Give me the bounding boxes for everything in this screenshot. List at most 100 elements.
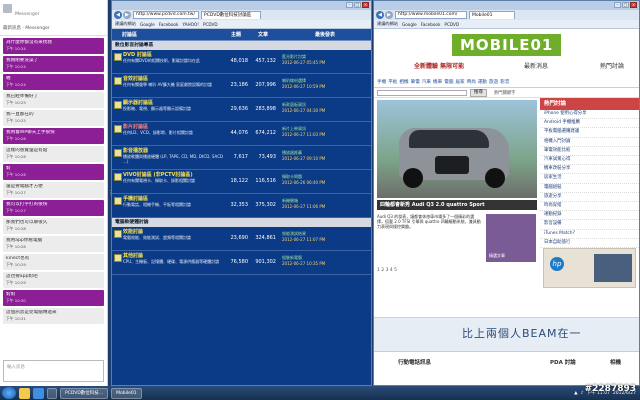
right-column-link[interactable]: iPhone 使用心得分享	[540, 110, 639, 120]
message-input[interactable]: 輸入訊息	[3, 360, 104, 382]
forum-row[interactable]: VIVO討論區 (非PCTV討論區) 任何有關電視卡、擷取卡、錄影相關討論 18,1…	[112, 170, 371, 194]
forward-icon[interactable]: ▶	[385, 11, 393, 19]
minimize-icon[interactable]: –	[346, 2, 353, 8]
search-tags[interactable]: 熱門關鍵字	[494, 90, 515, 96]
chat-message[interactable]: 那我們也可以聊很久 下午 10:28	[3, 218, 104, 234]
section-mobile-news[interactable]: 行動電話訊息	[398, 358, 431, 366]
right-column-link[interactable]: iTunes Match?	[540, 230, 639, 239]
volume-icon[interactable]: ♪	[581, 391, 584, 396]
title-bar-2[interactable]: – □ ×	[374, 1, 639, 10]
nav-item[interactable]: 運動	[478, 79, 487, 85]
section-camera[interactable]: 相機	[610, 358, 621, 366]
chat-message[interactable]: 我剛剛要洗澡了 下午 10:24	[3, 56, 104, 72]
nav-item[interactable]: 居家	[455, 79, 464, 85]
chat-message[interactable]: 我已經準備好了 下午 10:25	[3, 92, 104, 108]
forward-icon[interactable]: ▶	[123, 11, 131, 19]
favorite-link[interactable]: YAHOO!	[182, 22, 199, 27]
maximize-icon[interactable]: □	[622, 2, 629, 8]
hero-image[interactable]	[377, 100, 537, 198]
nav-item[interactable]: 筆電	[411, 79, 420, 85]
url-input-2[interactable]: http://www.mobile01.com/	[395, 11, 467, 19]
chat-message[interactable]: 為什麼你都沒有來找我 下午 10:24	[3, 38, 104, 54]
forum-row[interactable]: 效能討論 電腦效能、效能測試、超頻等相關討論 23,690 324,861 效能測試結果…	[112, 227, 371, 251]
tab-mobile01[interactable]: Mobile01	[469, 11, 515, 19]
favorite-link[interactable]: PCDVD	[444, 22, 459, 27]
right-column-link[interactable]: 機車改裝分享	[540, 165, 639, 175]
promo-banner[interactable]: 比上兩個人BEAM在一	[374, 317, 639, 351]
forum-row[interactable]: 顯示器討論區 投影機、電視、顯示器等顯示設備討論 29,636 283,898 新款面板…	[112, 98, 371, 122]
right-column-link[interactable]: 運動紀錄	[540, 211, 639, 221]
forum-row[interactable]: 影音播放器 播放軟體與播放硬體 (LP, TAPE, CD, MD, DtCD, …	[112, 146, 371, 170]
site-search-input[interactable]	[377, 90, 467, 96]
forum-row[interactable]: 其他討論 CPU、主機板、記憶體、硬碟、電源供應器等硬體討論 76,580 901,3…	[112, 251, 371, 275]
article-thumbnail[interactable]: 精選文章	[486, 214, 536, 262]
nav-item[interactable]: 機車	[433, 79, 442, 85]
chat-message[interactable]: 這也要app對吧 下午 10:29	[3, 272, 104, 288]
title-bar[interactable]: – □ ×	[112, 1, 371, 10]
nav-item[interactable]: 影音	[500, 79, 509, 85]
right-column-link[interactable]: 日本自助旅行	[540, 239, 639, 249]
favorite-link[interactable]: 建議的網站	[115, 21, 136, 27]
right-column-link[interactable]: 影音設備	[540, 220, 639, 230]
forum-row[interactable]: DVD 討論區 任何有關DVD的相關技術、影碟討論均在此 48,018 457,132…	[112, 50, 371, 74]
ie-icon[interactable]	[33, 387, 44, 399]
favorite-link[interactable]: Google	[140, 22, 155, 27]
right-column-link[interactable]: 相機入門討論	[540, 138, 639, 147]
avatar[interactable]	[3, 4, 12, 13]
chat-message[interactable]: 對下午 10:26	[3, 164, 104, 180]
chat-message[interactable]: 我用app你看電腦 下午 10:28	[3, 236, 104, 252]
chat-message[interactable]: 這個訊息是從電腦傳過來 下午 10:31	[3, 308, 104, 324]
forum-row[interactable]: 手機討論區 行動電話、相機手機、平板等相關討論 32,353 375,302 新機開箱 2…	[112, 194, 371, 218]
chat-message[interactable]: 還是要電腦才方便 下午 10:27	[3, 182, 104, 198]
forum-row[interactable]: 音效討論區 任何有關聲學 喇叭 AV擴大機 家庭劇院設備的討論 23,186 207,…	[112, 74, 371, 98]
section-pda[interactable]: PDA 討論	[550, 358, 576, 366]
right-column-link[interactable]: 時尚穿搭	[540, 202, 639, 212]
taskbar-window-button[interactable]: Mobile01	[111, 387, 142, 399]
right-column-link[interactable]: 居家生活	[540, 174, 639, 184]
nav-item[interactable]: 電腦	[444, 79, 453, 85]
site-tagline[interactable]: 全新體驗 無限可能	[414, 61, 464, 70]
site-logo[interactable]: MOBILE01	[452, 34, 562, 56]
close-icon[interactable]: ×	[362, 2, 369, 8]
nav-item[interactable]: 汽車	[422, 79, 431, 85]
forum-section-title-2[interactable]: 電腦軟硬體討論	[112, 218, 371, 227]
site-tagline-hot[interactable]: 熱門討論	[600, 61, 624, 70]
start-button[interactable]	[2, 387, 16, 399]
tab-pcdvd[interactable]: PCDVD數位科技討論區	[201, 11, 261, 19]
back-icon[interactable]: ◀	[376, 11, 384, 19]
back-icon[interactable]: ◀	[114, 11, 122, 19]
minimize-icon[interactable]: –	[614, 2, 621, 8]
close-icon[interactable]: ×	[630, 2, 637, 8]
nav-item[interactable]: 平板	[388, 79, 397, 85]
favorite-link[interactable]: Facebook	[421, 22, 441, 27]
nav-item[interactable]: 旅遊	[489, 79, 498, 85]
right-column-link[interactable]: 旅遊分享	[540, 193, 639, 203]
right-column-link[interactable]: 汽車試駕心得	[540, 156, 639, 166]
chat-message[interactable]: 我一直都在的 下午 10:25	[3, 110, 104, 126]
favorite-link[interactable]: Facebook	[159, 22, 179, 27]
nav-item[interactable]: 時尚	[467, 79, 476, 85]
advert-banner[interactable]: hp	[543, 248, 636, 289]
right-column-link[interactable]: 平板電腦選購建議	[540, 128, 639, 138]
chat-message[interactable]: kinect也有 下午 10:29	[3, 254, 104, 270]
network-icon[interactable]: ▲	[574, 391, 577, 396]
nav-item[interactable]: 相機	[399, 79, 408, 85]
chat-message[interactable]: 我可以打字打的很快 下午 10:27	[3, 200, 104, 216]
explorer-icon[interactable]	[19, 387, 30, 399]
right-column-link[interactable]: Android 手機推薦	[540, 119, 639, 129]
favorite-link[interactable]: Google	[402, 22, 417, 27]
taskbar-window-button[interactable]: PCDVD數位科技...	[60, 387, 109, 399]
chat-history[interactable]: 為什麼你都沒有來找我 下午 10:24 我剛剛要洗澡了 下午 10:24 喔下午 10:…	[0, 36, 107, 359]
favorite-link[interactable]: 建議的網站	[377, 21, 398, 27]
site-tagline-news[interactable]: 最新消息	[524, 61, 548, 70]
forum-row[interactable]: 影片討論區 任何LD、VCD、錄影帶、影片相關討論 44,076 674,212 新片上…	[112, 122, 371, 146]
pager[interactable]: 1 2 3 4 5	[377, 268, 397, 273]
url-input[interactable]: http://www.pcdvd.com.tw/	[133, 11, 199, 19]
right-column-link[interactable]: 電腦組裝	[540, 184, 639, 193]
chat-message[interactable]: 我用着WP聊天上手很快 下午 10:26	[3, 128, 104, 144]
hero-caption[interactable]: 四輪都會新秀 Audi Q3 2.0 quattro Sport	[377, 200, 537, 210]
chat-message[interactable]: 這樣的感覺還是有點 下午 10:26	[3, 146, 104, 162]
chat-message[interactable]: 對對 下午 10:30	[3, 290, 104, 306]
maximize-icon[interactable]: □	[354, 2, 361, 8]
forum-section-title[interactable]: 數位影音討論專區	[112, 41, 371, 50]
